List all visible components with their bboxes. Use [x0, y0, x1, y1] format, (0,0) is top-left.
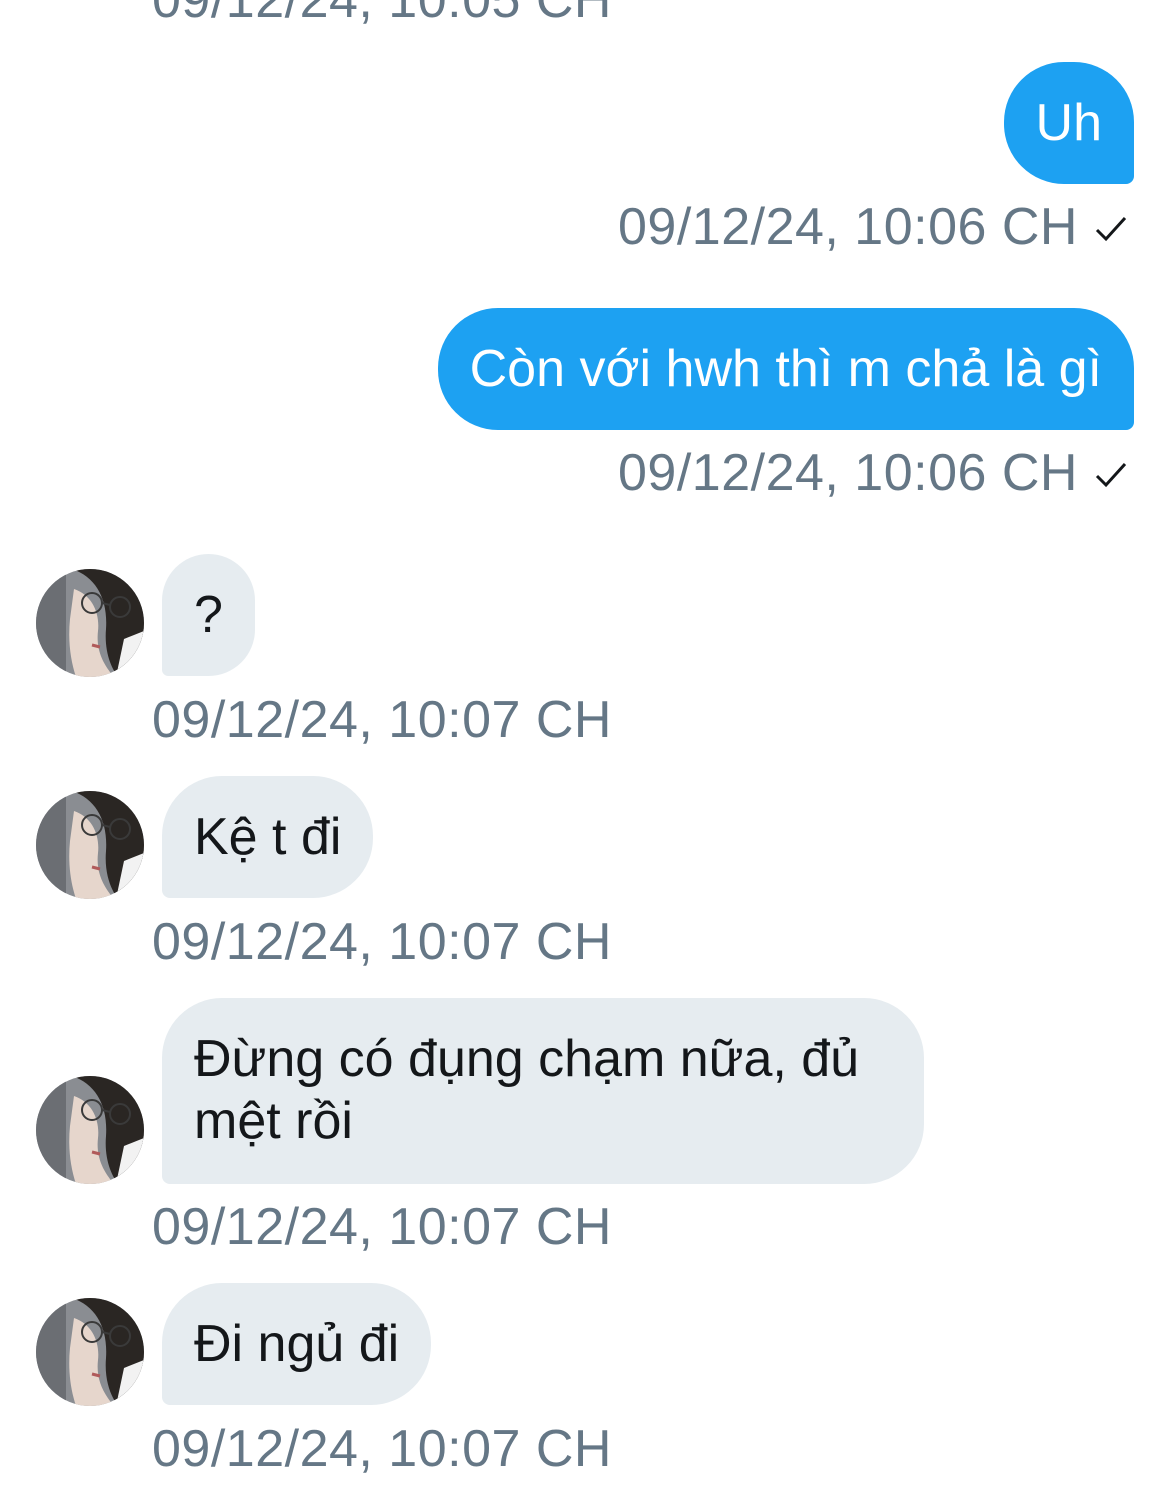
message-timestamp: 09/12/24, 10:07 CH: [152, 691, 612, 749]
outgoing-message-bubble[interactable]: Còn với hwh thì m chả là gì: [437, 308, 1134, 430]
avatar[interactable]: [36, 1076, 144, 1184]
message-timestamp: 09/12/24, 10:07 CH: [152, 1420, 612, 1478]
message-timestamp: 09/12/24, 10:07 CH: [152, 913, 612, 971]
incoming-message-bubble[interactable]: ?: [162, 554, 255, 676]
avatar[interactable]: [36, 791, 144, 899]
avatar[interactable]: [36, 1298, 144, 1406]
message-timestamp: 09/12/24, 10:06 CH: [618, 198, 1078, 256]
outgoing-message-bubble[interactable]: Uh: [1003, 62, 1134, 184]
check-icon: [1095, 216, 1127, 242]
avatar[interactable]: [36, 569, 144, 677]
check-icon: [1095, 462, 1127, 488]
incoming-message-bubble[interactable]: Đừng có đụng chạm nữa, đủ mệt rồi: [162, 998, 924, 1184]
incoming-message-bubble[interactable]: Đi ngủ đi: [162, 1283, 432, 1405]
message-timestamp: 09/12/24, 10:05 CH: [152, 0, 612, 29]
message-timestamp: 09/12/24, 10:06 CH: [618, 444, 1078, 502]
message-timestamp: 09/12/24, 10:07 CH: [152, 1198, 612, 1256]
incoming-message-bubble[interactable]: Kệ t đi: [162, 776, 374, 898]
